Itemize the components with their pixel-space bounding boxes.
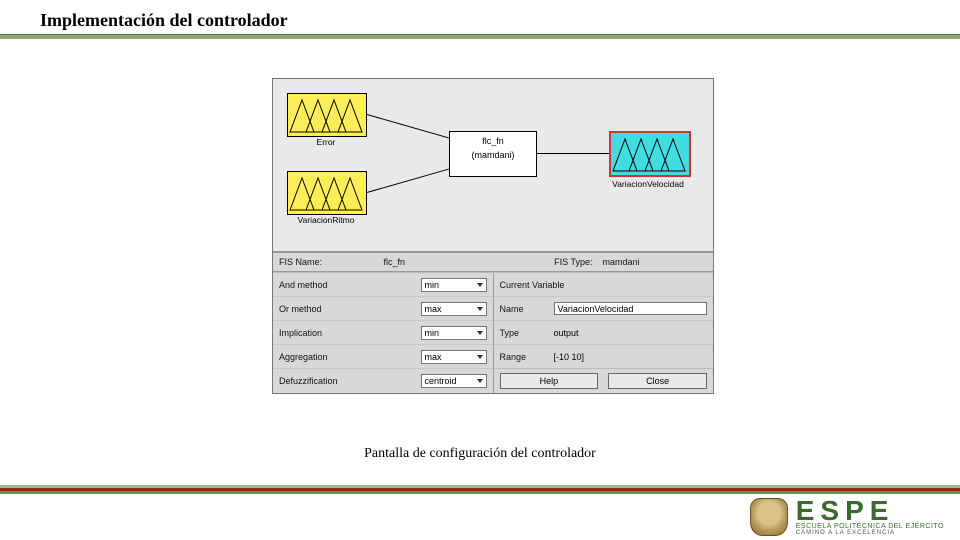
cv-range-value: [-10 10]: [554, 352, 708, 362]
and-method-select[interactable]: min: [421, 278, 487, 292]
close-button[interactable]: Close: [608, 373, 707, 389]
or-method-label: Or method: [279, 304, 421, 314]
chevron-down-icon: [477, 331, 483, 335]
fis-type-label: FIS Type:: [554, 257, 592, 267]
connector-line: [367, 168, 450, 193]
membership-icon: [611, 133, 689, 175]
org-acronym: ESPE: [796, 498, 944, 523]
connector-line: [367, 114, 450, 139]
cv-range-label: Range: [500, 352, 554, 362]
help-button[interactable]: Help: [500, 373, 599, 389]
figure-caption: Pantalla de configuración del controlado…: [0, 446, 960, 462]
input-variacion-ritmo-label: VariacionRitmo: [281, 215, 371, 225]
fis-center-name: flc_fn: [450, 134, 536, 148]
implication-select[interactable]: min: [421, 326, 487, 340]
aggregation-select[interactable]: max: [421, 350, 487, 364]
chevron-down-icon: [477, 283, 483, 287]
output-variacion-velocidad-box[interactable]: [609, 131, 691, 177]
button-row: Help Close: [494, 368, 714, 393]
fis-center-type: (mamdani): [450, 148, 536, 162]
org-line1: ESCUELA POLITÉCNICA DEL EJÉRCITO: [796, 523, 944, 530]
chevron-down-icon: [477, 355, 483, 359]
chevron-down-icon: [477, 379, 483, 383]
input-error-label: Error: [281, 137, 371, 147]
input-variacion-ritmo-box[interactable]: [287, 171, 367, 215]
membership-icon: [288, 94, 366, 136]
fis-info-strip: FIS Name: flc_fn FIS Type: mamdani: [273, 252, 713, 272]
title-underline: [0, 34, 960, 39]
settings-panel: And method min Or method max Implication…: [273, 272, 713, 393]
or-method-select[interactable]: max: [421, 302, 487, 316]
membership-icon: [288, 172, 366, 214]
connector-line: [535, 153, 609, 154]
fis-name-label: FIS Name:: [279, 257, 322, 267]
current-variable-column: Current Variable Name VariacionVelocidad…: [494, 273, 714, 393]
and-method-label: And method: [279, 280, 421, 290]
fis-center-box[interactable]: flc_fn (mamdani): [449, 131, 537, 177]
footer-logo: ESPE ESCUELA POLITÉCNICA DEL EJÉRCITO CA…: [750, 498, 944, 536]
fis-editor-window: Error VariacionRitmo flc_fn (mamdani) Va…: [272, 78, 714, 394]
output-variacion-velocidad-label: VariacionVelocidad: [603, 179, 693, 189]
crest-icon: [750, 498, 788, 536]
implication-label: Implication: [279, 328, 421, 338]
chevron-down-icon: [477, 307, 483, 311]
org-line2: CAMINO A LA EXCELENCIA: [796, 530, 944, 536]
cv-name-input[interactable]: VariacionVelocidad: [554, 302, 708, 315]
slide-title: Implementación del controlador: [40, 10, 288, 31]
footer-stripe: [0, 485, 960, 494]
cv-name-label: Name: [500, 304, 554, 314]
methods-column: And method min Or method max Implication…: [273, 273, 493, 393]
aggregation-label: Aggregation: [279, 352, 421, 362]
cv-type-label: Type: [500, 328, 554, 338]
fis-diagram: Error VariacionRitmo flc_fn (mamdani) Va…: [273, 79, 713, 252]
current-variable-header: Current Variable: [500, 280, 708, 290]
input-error-box[interactable]: [287, 93, 367, 137]
cv-type-value: output: [554, 328, 708, 338]
defuzzification-select[interactable]: centroid: [421, 374, 487, 388]
fis-type-value: mamdani: [603, 257, 640, 267]
fis-name-value: flc_fn: [384, 257, 406, 267]
defuzzification-label: Defuzzification: [279, 376, 421, 386]
